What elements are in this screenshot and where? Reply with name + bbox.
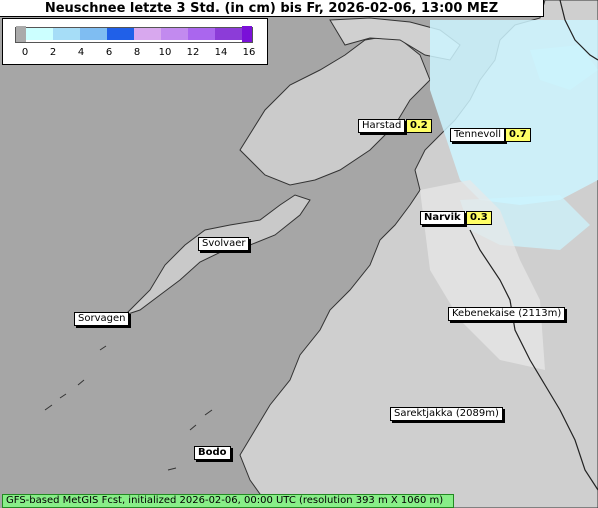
legend-swatch [188, 28, 215, 40]
legend: 0 2 4 6 8 10 12 14 16 [2, 18, 268, 65]
legend-tick: 8 [133, 47, 141, 58]
legend-swatch [26, 28, 53, 40]
snow-value-harstad: 0.2 [406, 119, 432, 133]
snow-value-narvik: 0.3 [466, 211, 492, 225]
legend-tick: 6 [105, 47, 113, 58]
legend-swatch [215, 28, 242, 40]
place-label-bodo: Bodo [194, 446, 231, 460]
place-label-sarektjakka: Sarektjakka (2089m) [390, 407, 503, 421]
legend-swatch [16, 26, 26, 42]
map-title: Neuschnee letzte 3 Std. (in cm) bis Fr, … [0, 0, 544, 17]
legend-tick: 2 [49, 47, 57, 58]
place-label-kebnekaise: Kebenekaise (2113m) [448, 307, 566, 321]
legend-tick: 12 [186, 47, 200, 58]
terrain-map [0, 0, 598, 508]
place-label-tennevoll: Tennevoll [450, 128, 505, 142]
legend-tick: 14 [214, 47, 228, 58]
legend-tick: 4 [77, 47, 85, 58]
legend-tick: 10 [158, 47, 172, 58]
forecast-footer: GFS-based MetGIS Fcst, initialized 2026-… [2, 494, 454, 508]
legend-swatch [134, 28, 161, 40]
legend-swatch [80, 28, 107, 40]
legend-swatch [107, 28, 134, 40]
legend-tick: 16 [242, 47, 256, 58]
legend-tick-labels: 0 2 4 6 8 10 12 14 16 [15, 47, 265, 61]
legend-swatch [242, 26, 252, 42]
place-label-svolvaer: Svolvaer [198, 237, 250, 251]
legend-swatch [53, 28, 80, 40]
legend-colorbar [15, 26, 253, 43]
legend-swatch [161, 28, 188, 40]
place-label-narvik: Narvik [420, 211, 465, 225]
place-label-sorvagen: Sorvagen [74, 312, 130, 326]
place-label-harstad: Harstad [358, 119, 406, 133]
legend-tick: 0 [21, 47, 29, 58]
snow-value-tennevoll: 0.7 [505, 128, 531, 142]
